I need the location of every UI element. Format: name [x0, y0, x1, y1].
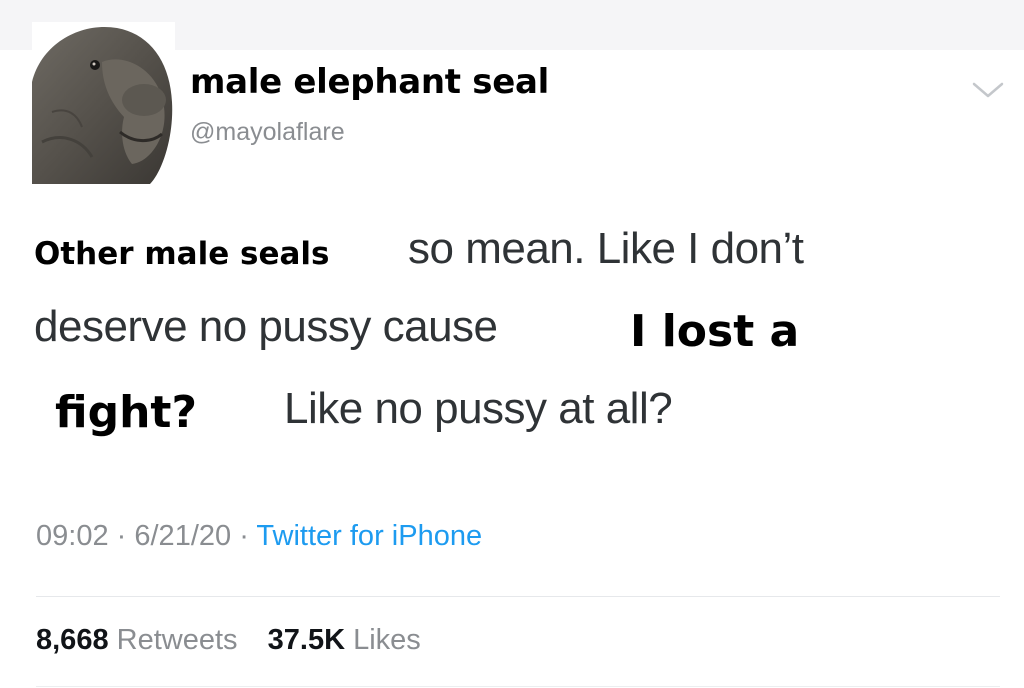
divider [36, 596, 1000, 597]
likes-stat[interactable]: 37.5K Likes [268, 624, 421, 656]
tweet-source-link[interactable]: Twitter for iPhone [256, 520, 482, 552]
tweet-text-segment: Like no pussy at all? [284, 384, 673, 433]
retweets-stat[interactable]: 8,668 Retweets [36, 624, 246, 656]
chevron-down-icon[interactable] [970, 80, 1006, 100]
tweet-overlay-text: Other male seals [34, 236, 330, 272]
divider [36, 686, 1000, 687]
tweet-text-segment: so mean. Like I don’t [408, 224, 804, 273]
tweet-metadata: 09:02 · 6/21/20 · Twitter for iPhone [36, 520, 482, 553]
user-handle[interactable]: @mayolaflare [190, 118, 345, 147]
tweet-stats: 8,668 Retweets 37.5K Likes [36, 624, 421, 657]
likes-label: Likes [353, 624, 421, 656]
meta-separator: · [239, 520, 249, 552]
meta-separator: · [116, 520, 127, 552]
display-name[interactable]: male elephant seal [190, 62, 549, 102]
elephant-seal-avatar-icon[interactable] [32, 22, 175, 184]
retweets-label: Retweets [116, 624, 238, 656]
tweet-overlay-text: I lost a [630, 306, 800, 357]
tweet-text-segment: deserve no pussy cause [34, 302, 498, 351]
likes-count: 37.5K [267, 624, 346, 656]
tweet-screenshot: male elephant seal @mayolaflare Other ma… [0, 0, 1024, 688]
tweet-overlay-text: fight? [55, 387, 197, 438]
retweets-count: 8,668 [36, 624, 109, 656]
tweet-time[interactable]: 09:02 [36, 520, 109, 552]
tweet-date[interactable]: 6/21/20 [134, 520, 231, 552]
